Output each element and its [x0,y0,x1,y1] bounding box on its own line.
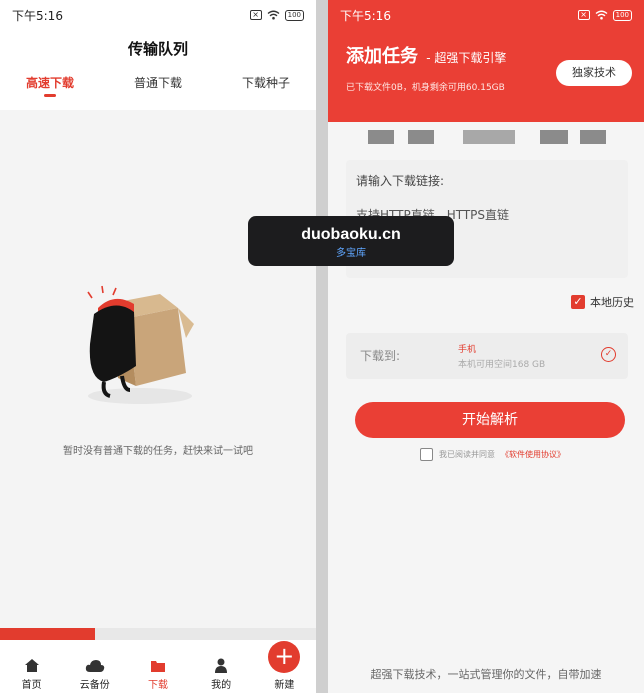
tab-normal[interactable]: 普通下载 [134,74,182,91]
download-tabs: 高速下载 普通下载 下载种子 [0,74,316,97]
nav-item-profile[interactable]: 我的 [193,651,249,691]
battery-icon: 100 [612,9,632,21]
censor-tile [368,130,394,144]
censor-tile [463,130,515,144]
home-icon [24,651,40,673]
check-circle-icon: ✓ [601,347,616,362]
plus-icon[interactable]: + [268,641,301,673]
transfer-queue-screen: 下午5:16 × 100 传输队列 高速下载 普通下载 下载种子 暂时没有普通下… [0,0,316,693]
tab-high-speed[interactable]: 高速下载 [26,74,75,97]
agreement-link[interactable]: 《软件使用协议》 [501,449,565,460]
watermark-cn: 多宝库 [336,248,366,259]
link-input-label: 请输入下载链接: [356,174,445,188]
status-time: 下午5:16 [12,8,63,23]
silent-icon: × [249,10,262,20]
screenshot-stage: 下午5:16 × 100 传输队列 高速下载 普通下载 下载种子 暂时没有普通下… [0,0,644,693]
wifi-icon [595,10,608,20]
nav-item-cloud-backup[interactable]: 云备份 [67,651,123,691]
nav-label: 下载 [147,680,168,691]
watermark-badge: duobaoku.cn 多宝库 [248,216,454,266]
status-icons: × 100 [577,9,632,21]
nav-item-download[interactable]: 下载 [130,651,186,691]
censored-tiles [368,130,618,144]
battery-icon: 100 [284,9,304,21]
progress-fill [0,628,95,640]
empty-state-text: 暂时没有普通下载的任务，赶快来试一试吧 [63,446,253,457]
page-title: 添加任务 - 超强下载引擎 [346,42,506,68]
checkbox-checked-icon[interactable]: ✓ [571,295,585,309]
tab-torrent[interactable]: 下载种子 [242,74,290,91]
status-bar: 下午5:16 × 100 [0,0,316,30]
bottom-navigation: 首页 云备份 下载 我的 + 新建 [0,641,316,693]
download-destination[interactable]: 下载到: 手机 本机可用空间168 GB ✓ [346,333,628,379]
silent-icon: × [577,10,590,20]
active-tab-indicator [44,94,56,97]
status-icons: × 100 [249,9,304,21]
nav-item-new[interactable]: + 新建 [256,641,312,691]
screen-divider [316,0,328,693]
local-history-label: 本地历史 [590,296,634,309]
exclusive-tech-button[interactable]: 独家技术 [556,60,632,86]
start-parse-button[interactable]: 开始解析 [355,402,625,438]
status-bar: 下午5:16 × 100 [328,0,644,30]
agreement-checkbox[interactable] [420,448,433,461]
censor-tile [540,130,568,144]
title-text: 添加任务 [346,46,418,67]
footer-slogan: 超强下载技术，一站式管理你的文件，自带加速 [370,668,602,681]
storage-stats: 已下载文件0B，机身剩余可用60.15GB [346,83,505,93]
page-title: 传输队列 [127,40,188,58]
add-task-screen: 下午5:16 × 100 添加任务 - 超强下载引擎 已下载文件0B，机身剩余可… [328,0,644,693]
destination-space: 本机可用空间168 GB [458,360,546,370]
empty-box-illustration [87,285,194,404]
destination-name: 手机 [458,345,477,355]
cloud-icon [85,651,105,673]
wifi-icon [267,10,280,20]
download-progress-bar [0,628,316,640]
nav-label: 云备份 [79,680,110,691]
agreement-row: 我已阅读并同意 《软件使用协议》 [420,448,565,461]
local-history-toggle[interactable]: ✓ 本地历史 [571,294,634,310]
censor-tile [408,130,434,144]
tab-label: 普通下载 [133,76,182,90]
destination-label: 下载到: [360,349,401,363]
nav-label: 我的 [211,680,232,691]
nav-label: 首页 [21,680,42,691]
tab-label: 高速下载 [26,76,75,90]
download-icon [150,651,166,673]
add-task-header: 下午5:16 × 100 添加任务 - 超强下载引擎 已下载文件0B，机身剩余可… [328,0,644,122]
status-time: 下午5:16 [340,8,391,23]
censor-tile [580,130,606,144]
nav-item-home[interactable]: 首页 [4,651,60,691]
user-icon [214,651,228,673]
agreement-text: 我已阅读并同意 [439,450,495,459]
watermark-domain: duobaoku.cn [301,226,401,243]
title-subtitle: - 超强下载引擎 [426,51,507,65]
tab-label: 下载种子 [241,76,290,90]
nav-label: 新建 [274,680,295,691]
